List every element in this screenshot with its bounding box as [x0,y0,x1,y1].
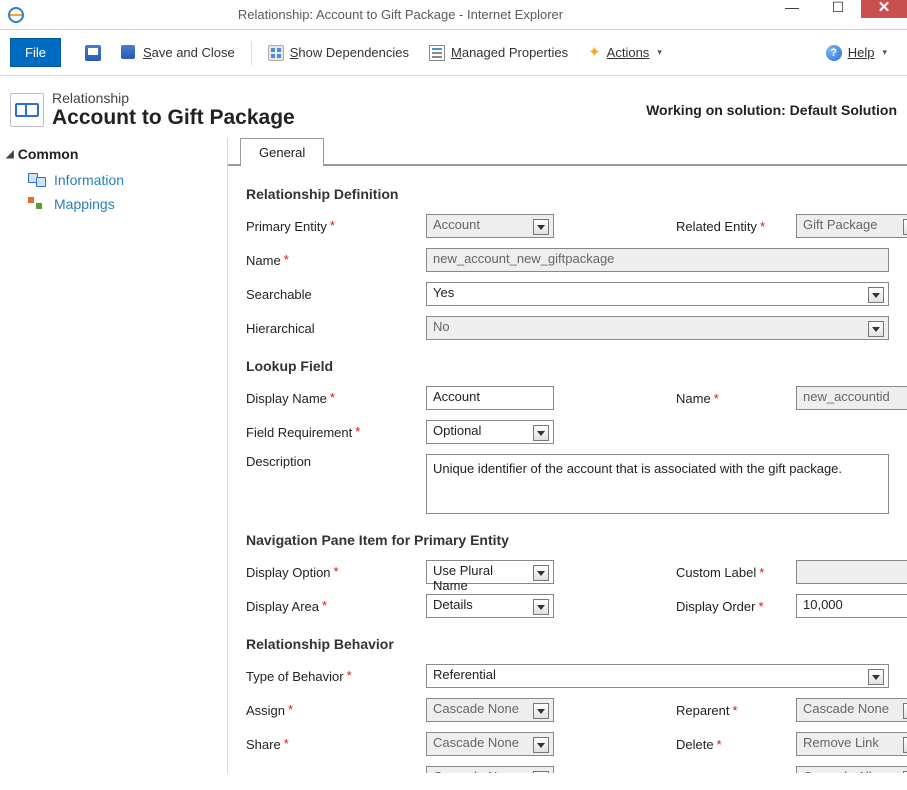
window-maximize-button[interactable]: ☐ [815,0,861,18]
unshare-select[interactable]: Cascade None [426,766,554,773]
hierarchical-select[interactable]: No [426,316,889,340]
name-input[interactable]: new_account_new_giftpackage [426,248,889,272]
label-display-order: Display Order [676,599,755,614]
window-title: Relationship: Account to Gift Package - … [32,7,769,22]
display-option-select[interactable]: Use Plural Name [426,560,554,584]
sidebar-item-label: Mappings [54,196,115,212]
primary-entity-select[interactable]: Account [426,214,554,238]
mappings-icon [28,197,46,211]
actions-menu-button[interactable]: ✦ Actions ▾ [588,45,662,61]
chevron-down-icon: ▾ [882,47,887,58]
page-header: Relationship Account to Gift Package Wor… [0,76,907,138]
sidebar-section-common[interactable]: ◢ Common [6,146,221,162]
window-minimize-button[interactable]: — [769,0,815,18]
section-relationship-behavior: Relationship Behavior [246,636,889,652]
merge-select[interactable]: Cascade All [796,766,907,773]
managed-properties-button[interactable]: Managed Properties [429,45,568,61]
tab-general[interactable]: General [240,138,324,166]
label-display-area: Display Area [246,599,319,614]
save-close-icon: × [121,45,137,61]
tabstrip: General [228,138,907,166]
sidebar-item-information[interactable]: Information [6,168,221,192]
label-display-option: Display Option [246,565,331,580]
label-name: Name [246,253,281,268]
searchable-select[interactable]: Yes [426,282,889,306]
sidebar: ◢ Common Information Mappings [0,138,228,773]
main-area: General Relationship Definition Primary … [228,138,907,773]
section-lookup-field: Lookup Field [246,358,889,374]
label-reparent: Reparent [676,703,729,718]
show-deps-label: Show Dependencies [290,45,409,60]
window-close-button[interactable]: ✕ [861,0,907,18]
custom-label-input[interactable] [796,560,907,584]
help-menu-button[interactable]: ? Help ▾ [826,45,887,61]
label-lookup-display-name: Display Name [246,391,327,406]
toolbar: File × Save and Close Show Dependencies … [0,30,907,76]
collapse-icon: ◢ [6,149,14,160]
solution-context: Working on solution: Default Solution [646,102,897,118]
save-button[interactable] [85,45,101,61]
assign-select[interactable]: Cascade None [426,698,554,722]
show-dependencies-button[interactable]: Show Dependencies [268,45,409,61]
label-field-requirement: Field Requirement [246,425,352,440]
actions-icon: ✦ [588,45,601,61]
section-relationship-definition: Relationship Definition [246,186,889,202]
sidebar-item-label: Information [54,172,124,188]
save-icon [85,45,101,61]
actions-label: Actions [607,45,650,60]
window-titlebar: Relationship: Account to Gift Package - … [0,0,907,30]
information-icon [28,173,46,187]
dependencies-icon [268,45,284,61]
display-area-select[interactable]: Details [426,594,554,618]
label-primary-entity: Primary Entity [246,219,327,234]
lookup-name-input[interactable]: new_accountid [796,386,907,410]
delete-select[interactable]: Remove Link [796,732,907,756]
reparent-select[interactable]: Cascade None [796,698,907,722]
display-order-input[interactable]: 10,000 [796,594,907,618]
sidebar-heading-label: Common [18,146,79,162]
label-description: Description [246,454,311,469]
related-entity-select[interactable]: Gift Package [796,214,907,238]
chevron-down-icon: ▾ [657,47,662,58]
help-icon: ? [826,45,842,61]
behavior-type-select[interactable]: Referential [426,664,889,688]
toolbar-separator [251,41,252,65]
label-assign: Assign [246,703,285,718]
lookup-display-name-input[interactable]: Account [426,386,554,410]
label-share: Share [246,737,281,752]
label-hierarchical: Hierarchical [246,321,315,336]
label-related-entity: Related Entity [676,219,757,234]
entity-type-label: Relationship [52,90,295,106]
label-lookup-name: Name [676,391,711,406]
label-custom-label: Custom Label [676,565,756,580]
label-searchable: Searchable [246,287,312,302]
sidebar-item-mappings[interactable]: Mappings [6,192,221,216]
label-unshare: Unshare [246,771,295,774]
save-close-label: Save and Close [143,45,235,60]
label-delete: Delete [676,737,714,752]
ie-icon [0,6,32,24]
label-merge: Merge [676,771,713,774]
description-textarea[interactable]: Unique identifier of the account that is… [426,454,889,514]
section-nav-pane: Navigation Pane Item for Primary Entity [246,532,889,548]
page-title: Account to Gift Package [52,106,295,130]
managed-props-label: Managed Properties [451,45,568,60]
file-menu-button[interactable]: File [10,38,61,67]
relationship-icon [10,93,44,127]
help-label: Help [848,45,875,60]
share-select[interactable]: Cascade None [426,732,554,756]
field-requirement-select[interactable]: Optional [426,420,554,444]
label-behavior-type: Type of Behavior [246,669,344,684]
save-and-close-button[interactable]: × Save and Close [121,45,235,61]
managed-props-icon [429,45,445,61]
